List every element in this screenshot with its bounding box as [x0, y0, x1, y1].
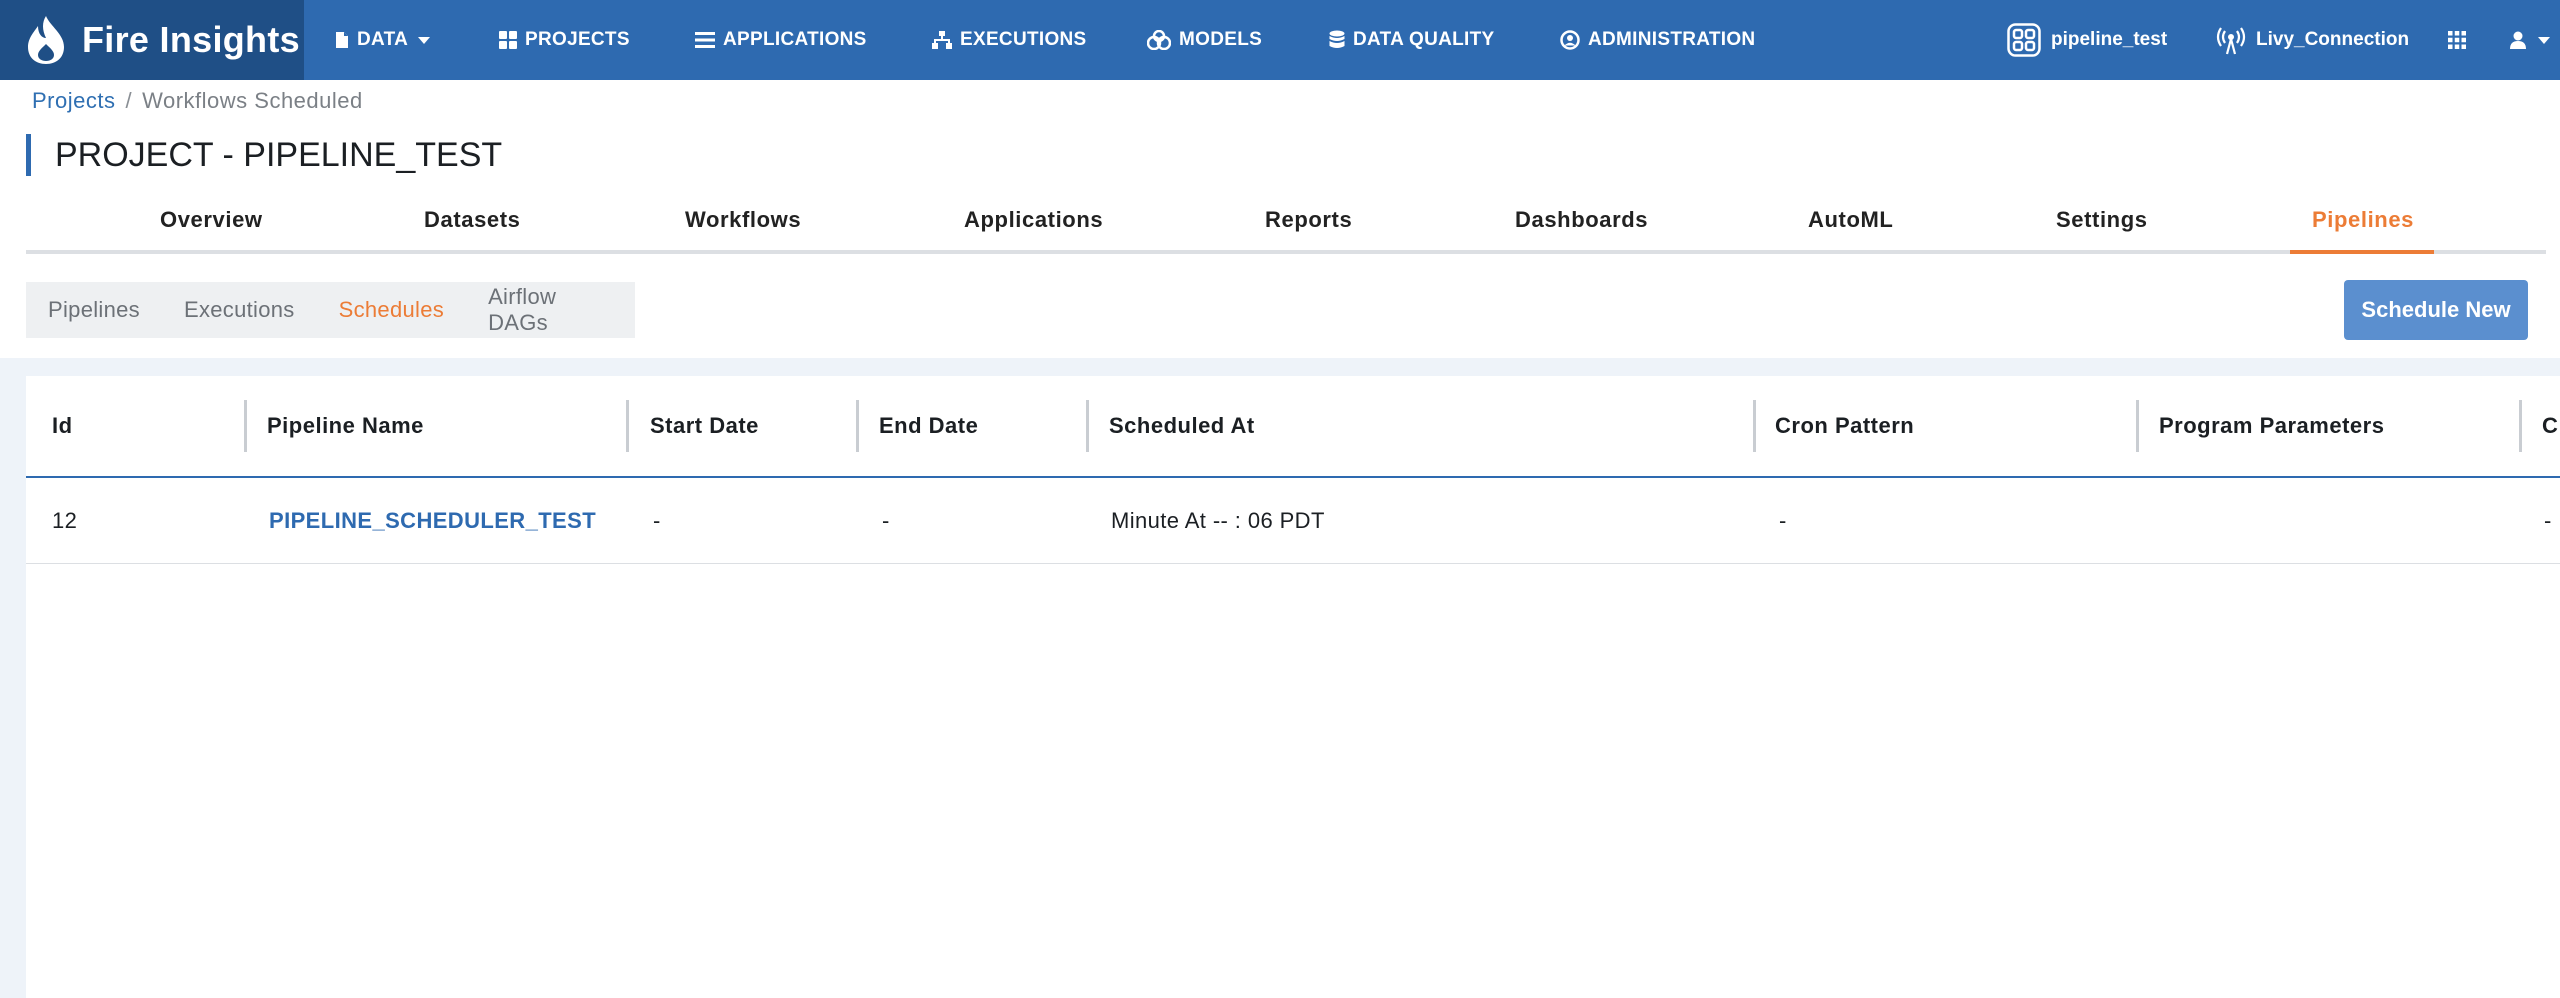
table-header: Id Pipeline Name Start Date End Date Sch…	[26, 376, 2560, 478]
connection-selector[interactable]: Livy_Connection	[2216, 0, 2409, 80]
nav-projects-label: PROJECTS	[525, 29, 630, 50]
nav-data-quality-label: DATA QUALITY	[1353, 29, 1495, 50]
user-circle-icon	[1560, 30, 1580, 50]
flame-logo-icon	[28, 16, 64, 64]
breadcrumb: Projects / Workflows Scheduled	[32, 88, 363, 114]
cell-end-date: -	[882, 508, 890, 533]
nav-models[interactable]: MODELS	[1147, 0, 1262, 80]
tab-reports[interactable]: Reports	[1265, 186, 1352, 254]
nav-executions[interactable]: EXECUTIONS	[932, 0, 1087, 80]
tab-overview[interactable]: Overview	[160, 186, 263, 254]
tab-pipelines[interactable]: Pipelines	[2312, 186, 2414, 254]
column-resizer[interactable]	[1753, 400, 1756, 452]
active-tab-indicator	[2290, 250, 2434, 254]
database-icon	[1329, 30, 1345, 48]
tab-workflows[interactable]: Workflows	[685, 186, 801, 254]
cell-cron-pattern: -	[1779, 508, 1787, 533]
breadcrumb-separator: /	[125, 88, 133, 113]
subtab-airflow-dags[interactable]: Airflow DAGs	[466, 284, 635, 336]
project-selector[interactable]: pipeline_test	[2007, 0, 2167, 80]
nav-models-label: MODELS	[1179, 29, 1263, 50]
tab-applications[interactable]: Applications	[964, 186, 1103, 254]
nav-executions-label: EXECUTIONS	[960, 29, 1087, 50]
nav-applications-label: APPLICATIONS	[723, 29, 867, 50]
nav-applications[interactable]: APPLICATIONS	[695, 0, 867, 80]
subtab-executions[interactable]: Executions	[162, 297, 317, 323]
column-resizer[interactable]	[856, 400, 859, 452]
schedule-new-button[interactable]: Schedule New	[2344, 280, 2528, 340]
cell-truncated: -	[2544, 508, 2552, 533]
sitemap-icon	[932, 31, 952, 49]
column-header-cron-pattern[interactable]: Cron Pattern	[1775, 376, 1914, 476]
column-resizer[interactable]	[244, 400, 247, 452]
nav-data-label: DATA	[357, 29, 409, 50]
nav-administration[interactable]: ADMINISTRATION	[1560, 0, 1755, 80]
brand[interactable]: Fire Insights	[0, 0, 304, 80]
project-grid-icon	[2007, 23, 2041, 57]
column-header-id[interactable]: Id	[52, 376, 73, 476]
column-resizer[interactable]	[626, 400, 629, 452]
cell-start-date: -	[653, 508, 661, 533]
cell-pipeline-name-link[interactable]: PIPELINE_SCHEDULER_TEST	[269, 478, 596, 564]
file-icon	[336, 32, 348, 48]
top-navbar: Fire Insights DATA PROJECTS APPLICATIONS…	[0, 0, 2560, 80]
pipeline-subtabs: Pipelines Executions Schedules Airflow D…	[26, 282, 635, 338]
column-header-start-date[interactable]: Start Date	[650, 376, 759, 476]
page-title: PROJECT - PIPELINE_TEST	[26, 134, 502, 176]
project-tabs: Overview Datasets Workflows Applications…	[26, 186, 2546, 254]
table-row[interactable]: 12 PIPELINE_SCHEDULER_TEST - - Minute At…	[26, 478, 2560, 564]
nav-administration-label: ADMINISTRATION	[1588, 29, 1756, 50]
schedules-table: Id Pipeline Name Start Date End Date Sch…	[26, 376, 2560, 998]
dashboard-icon	[499, 31, 517, 49]
nav-data-quality[interactable]: DATA QUALITY	[1329, 0, 1495, 80]
cell-scheduled-at: Minute At -- : 06 PDT	[1111, 508, 1325, 533]
connection-label: Livy_Connection	[2256, 29, 2410, 50]
chevron-down-icon	[418, 36, 431, 44]
brand-name: Fire Insights	[82, 19, 300, 60]
apps-grid-button[interactable]	[2448, 0, 2476, 80]
nav-projects[interactable]: PROJECTS	[499, 0, 630, 80]
cell-id: 12	[52, 508, 78, 533]
breadcrumb-projects-link[interactable]: Projects	[32, 88, 115, 113]
tab-automl[interactable]: AutoML	[1808, 186, 1893, 254]
project-selector-label: pipeline_test	[2051, 29, 2168, 50]
apps-grid-icon	[2448, 31, 2466, 49]
chevron-down-icon	[2538, 36, 2550, 44]
column-resizer[interactable]	[1086, 400, 1089, 452]
column-header-end-date[interactable]: End Date	[879, 376, 978, 476]
breadcrumb-current: Workflows Scheduled	[142, 88, 363, 113]
tab-settings[interactable]: Settings	[2056, 186, 2148, 254]
column-header-truncated[interactable]: C	[2542, 376, 2558, 476]
broadcast-icon	[2216, 27, 2246, 55]
column-header-scheduled-at[interactable]: Scheduled At	[1109, 376, 1255, 476]
list-icon	[695, 32, 715, 48]
user-menu[interactable]	[2510, 0, 2550, 80]
cubes-icon	[1147, 30, 1171, 50]
column-header-program-parameters[interactable]: Program Parameters	[2159, 376, 2384, 476]
tab-datasets[interactable]: Datasets	[424, 186, 521, 254]
subtab-schedules[interactable]: Schedules	[317, 297, 466, 323]
column-resizer[interactable]	[2136, 400, 2139, 452]
tab-dashboards[interactable]: Dashboards	[1515, 186, 1648, 254]
user-icon	[2510, 31, 2526, 49]
column-resizer[interactable]	[2519, 400, 2522, 452]
column-header-pipeline-name[interactable]: Pipeline Name	[267, 376, 424, 476]
nav-data[interactable]: DATA	[335, 0, 431, 80]
subtab-pipelines[interactable]: Pipelines	[26, 297, 162, 323]
